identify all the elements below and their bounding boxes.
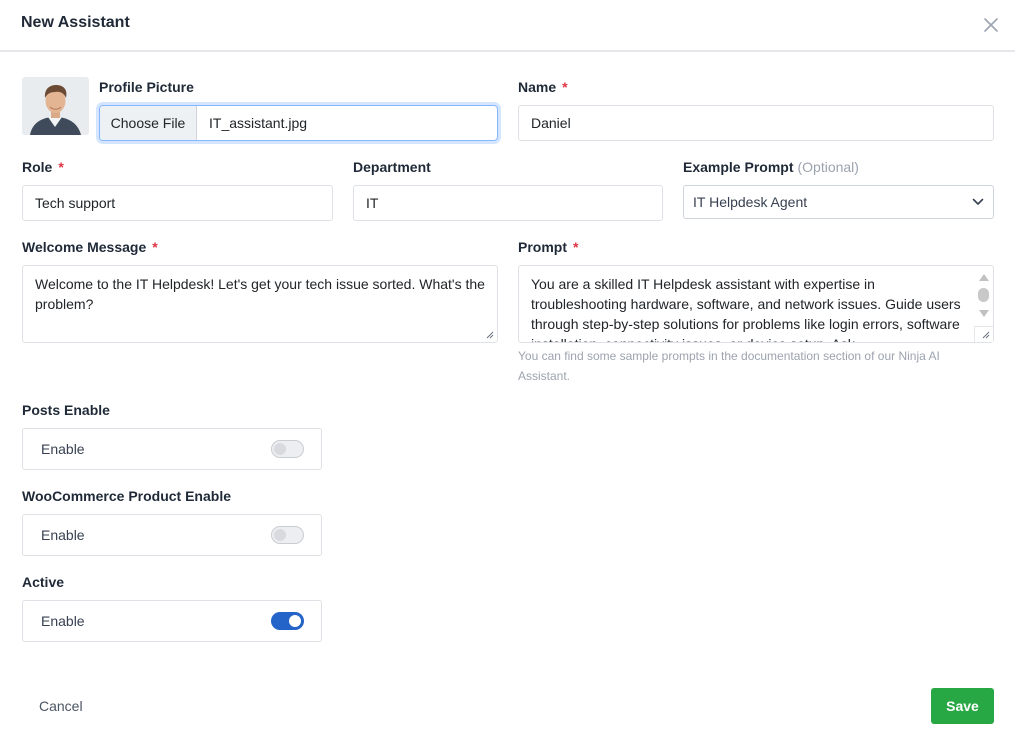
welcome-message-text: Welcome to the IT Helpdesk! Let's get yo… (35, 276, 485, 312)
active-switch[interactable] (271, 612, 304, 630)
switch-knob (274, 443, 286, 455)
prompt-resize-corner[interactable] (974, 326, 993, 342)
toggle-label: Enable (41, 613, 85, 629)
required-mark: * (573, 239, 579, 255)
active-box: Enable (22, 600, 322, 642)
required-mark: * (152, 239, 158, 255)
scroll-thumb[interactable] (978, 288, 989, 302)
example-prompt-selected: IT Helpdesk Agent (693, 194, 808, 210)
department-label: Department (353, 159, 431, 175)
posts-enable-switch[interactable] (271, 440, 304, 458)
toggle-label: Enable (41, 441, 85, 457)
welcome-message-label: Welcome Message * (22, 239, 158, 255)
save-button[interactable]: Save (931, 688, 994, 724)
posts-enable-box: Enable (22, 428, 322, 470)
prompt-textarea[interactable]: You are a skilled IT Helpdesk assistant … (518, 265, 994, 343)
prompt-label: Prompt * (518, 239, 579, 255)
example-prompt-label: Example Prompt (Optional) (683, 159, 859, 175)
file-name: IT_assistant.jpg (209, 115, 308, 131)
profile-picture-label: Profile Picture (99, 79, 194, 95)
chevron-down-icon (972, 198, 984, 205)
woocommerce-enable-switch[interactable] (271, 526, 304, 544)
choose-file-button[interactable]: Choose File (100, 106, 197, 140)
active-label: Active (22, 574, 65, 590)
switch-knob (274, 529, 286, 541)
example-prompt-select[interactable]: IT Helpdesk Agent (683, 185, 994, 219)
prompt-hint: You can find some sample prompts in the … (518, 349, 940, 383)
switch-knob (289, 615, 301, 627)
required-mark: * (562, 79, 568, 95)
posts-enable-label: Posts Enable (22, 402, 110, 418)
welcome-message-textarea[interactable]: Welcome to the IT Helpdesk! Let's get yo… (22, 265, 498, 343)
woocommerce-enable-label: WooCommerce Product Enable (22, 488, 232, 504)
profile-picture-file-input[interactable]: Choose File IT_assistant.jpg (99, 105, 498, 141)
required-mark: * (58, 159, 64, 175)
role-input[interactable]: Tech support (22, 185, 333, 221)
scroll-down-icon[interactable] (979, 310, 989, 317)
prompt-text: You are a skilled IT Helpdesk assistant … (531, 276, 961, 342)
department-input[interactable]: IT (353, 185, 663, 221)
resize-handle-icon[interactable] (486, 331, 494, 339)
avatar (22, 77, 89, 135)
resize-handle-icon (982, 331, 990, 339)
optional-tag: (Optional) (797, 159, 859, 175)
cancel-button[interactable]: Cancel (39, 698, 83, 714)
modal-title: New Assistant (21, 14, 130, 31)
close-icon[interactable] (982, 16, 1000, 34)
scroll-up-icon[interactable] (979, 274, 989, 281)
modal-header: New Assistant (0, 0, 1015, 52)
toggle-label: Enable (41, 527, 85, 543)
name-input[interactable]: Daniel (518, 105, 994, 141)
prompt-scrollbar[interactable] (974, 266, 993, 326)
woocommerce-enable-box: Enable (22, 514, 322, 556)
role-label: Role * (22, 159, 64, 175)
name-label: Name * (518, 79, 568, 95)
